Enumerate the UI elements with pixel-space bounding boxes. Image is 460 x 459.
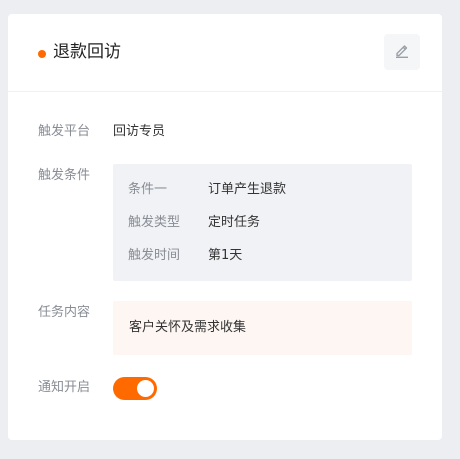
conditions-box: 条件一 订单产生退款 触发类型 定时任务 触发时间 第1天: [113, 164, 412, 281]
condition-key: 触发类型: [128, 215, 181, 230]
notify-label: 通知开启: [38, 380, 91, 395]
platform-value: 回访专员: [113, 124, 166, 139]
condition-value: 定时任务: [208, 215, 261, 230]
card-title: 退款回访: [53, 42, 121, 62]
task-content: 客户关怀及需求收集: [129, 320, 247, 335]
condition-value: 订单产生退款: [208, 182, 287, 197]
condition-row: 触发类型 定时任务: [128, 214, 260, 232]
status-dot: [38, 50, 46, 58]
edit-button[interactable]: [384, 34, 420, 70]
condition-key: 条件一: [128, 182, 168, 197]
toggle-knob: [137, 380, 154, 397]
task-label: 任务内容: [38, 305, 91, 320]
card-header: 退款回访: [8, 14, 442, 92]
conditions-label: 触发条件: [38, 168, 91, 183]
condition-value: 第1天: [208, 248, 243, 263]
task-content-box: 客户关怀及需求收集: [113, 301, 412, 355]
rule-card: 退款回访 触发平台 回访专员 触发条件 条件一 订单产生退款 触发类型 定时任务 触…: [8, 14, 442, 440]
pencil-icon: [393, 41, 411, 63]
condition-row: 触发时间 第1天: [128, 247, 242, 265]
platform-label: 触发平台: [38, 124, 91, 139]
notify-toggle[interactable]: [113, 377, 157, 400]
condition-row: 条件一 订单产生退款: [128, 181, 286, 199]
condition-key: 触发时间: [128, 248, 181, 263]
